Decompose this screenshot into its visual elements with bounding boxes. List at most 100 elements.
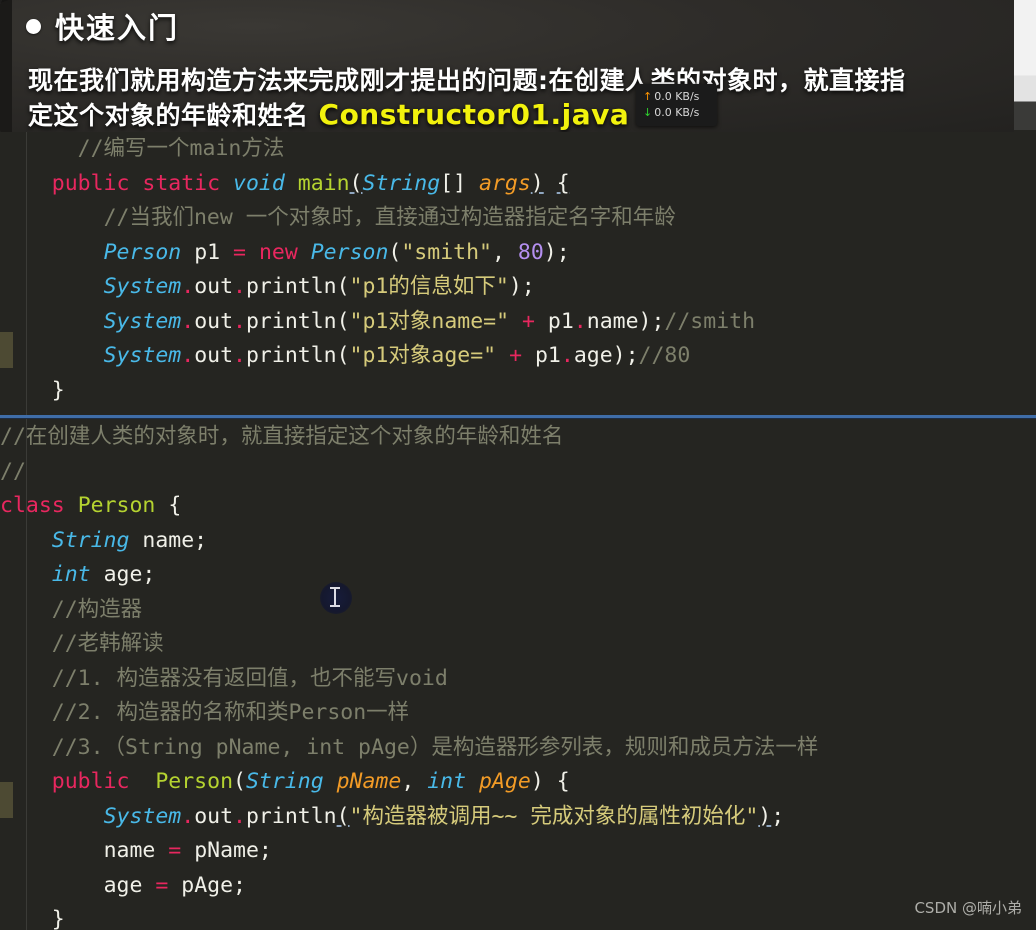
- code-token-type: System: [103, 274, 182, 299]
- code-line: class Person {: [0, 489, 818, 524]
- arrow-down-icon: ↓: [643, 106, 653, 119]
- code-token-method: println: [245, 274, 337, 299]
- code-editor[interactable]: //编写一个main方法 public static void main(Str…: [0, 132, 1036, 930]
- code-pane-top[interactable]: //编写一个main方法 public static void main(Str…: [0, 132, 755, 408]
- code-token-comment: //3.（String pName, int pAge）是构造器形参列表，规则和…: [51, 734, 819, 760]
- code-line: age = pAge;: [0, 869, 818, 904]
- code-line: Person p1 = new Person("smith", 80);: [103, 239, 570, 265]
- code-token-type: int: [427, 769, 467, 794]
- code-token-string: "p1对象name=": [349, 308, 510, 334]
- screenshot-root: 快速入门 现在我们就用构造方法来完成刚才提出的问题:在创建人类的对象时，就直接指…: [0, 0, 1036, 930]
- code-line: //3.（String pName, int pAge）是构造器形参列表，规则和…: [0, 731, 819, 766]
- code-token-comment: //编写一个main方法: [77, 136, 285, 161]
- code-token-comment: //当我们new 一个对象时，直接通过构造器指定名字和年龄: [103, 205, 676, 230]
- code-token-identifier: p1: [534, 343, 561, 368]
- watermark: CSDN @喃小弟: [914, 899, 1022, 917]
- download-speed-value: 0.0 KB/s: [654, 106, 700, 119]
- code-token-identifier: pAge;: [181, 872, 246, 898]
- code-token-keyword: static: [142, 170, 221, 196]
- code-token-string: "构造器被调用~~ 完成对象的属性初始化": [349, 803, 759, 829]
- code-line: //: [0, 455, 818, 490]
- code-line: }: [0, 903, 818, 930]
- code-line: name = pName;: [0, 834, 818, 869]
- code-token-brace: }: [51, 907, 65, 930]
- code-line: int age;: [0, 558, 818, 593]
- slide-body-line1: 现在我们就用构造方法来完成刚才提出的问题:在创建人类的对象时，就直接指: [28, 66, 906, 95]
- network-speed-widget[interactable]: ↑ 0.0 KB/s ↓ 0.0 KB/s: [636, 84, 717, 126]
- code-token-type: System: [103, 803, 182, 829]
- code-line: String name;: [0, 524, 818, 559]
- code-token-number: 80: [517, 239, 544, 265]
- code-token-operator: +: [509, 343, 523, 368]
- code-token-class: Person: [77, 493, 156, 518]
- slide-body-line2: 定这个对象的年龄和姓名: [28, 101, 309, 130]
- code-token-type: int: [51, 562, 91, 587]
- slide-title-row: 快速入门: [26, 5, 179, 47]
- download-speed-row: ↓ 0.0 KB/s: [643, 105, 717, 121]
- code-token-operator: +: [522, 308, 535, 334]
- code-token-param: pAge: [479, 769, 531, 794]
- code-token-keyword: public: [51, 170, 130, 196]
- slide-file-name: Constructor01.java: [318, 98, 630, 131]
- code-token-constructor: Person: [155, 769, 234, 794]
- code-token-type: System: [103, 343, 182, 368]
- code-token-field: name: [586, 308, 639, 334]
- code-token-comment: //在创建人类的对象时，就直接指定这个对象的年龄和姓名: [0, 424, 564, 449]
- code-token-method: println: [245, 308, 337, 334]
- slide-title: 快速入门: [55, 11, 180, 45]
- code-token-comment: //smith: [664, 308, 756, 334]
- code-token-keyword: new: [258, 239, 298, 265]
- code-line: //当我们new 一个对象时，直接通过构造器指定名字和年龄: [0, 201, 755, 236]
- code-token-type: String: [245, 769, 324, 794]
- editor-pane-divider[interactable]: [0, 415, 1036, 418]
- code-token-field: name;: [142, 527, 208, 553]
- code-token-field: out: [194, 308, 234, 334]
- code-token-comment: //: [0, 458, 26, 484]
- code-line: System.out.println("构造器被调用~~ 完成对象的属性初始化"…: [103, 803, 785, 829]
- code-token-operator: =: [155, 872, 169, 898]
- bullet-dot-icon: [26, 18, 41, 34]
- code-line: System.out.println("p1对象age=" + p1.age);…: [103, 343, 691, 368]
- code-line: //1. 构造器没有返回值，也不能写void: [0, 662, 818, 697]
- code-token-punct: []: [440, 170, 467, 196]
- code-token-type: void: [233, 170, 285, 196]
- code-token-string: "p1的信息如下": [349, 274, 509, 299]
- code-token-type: Person: [310, 239, 389, 265]
- code-token-type: Person: [103, 239, 182, 265]
- code-line: //编写一个main方法: [0, 132, 755, 167]
- code-line: public Person(String pName, int pAge) {: [51, 769, 570, 794]
- code-token-param: args: [479, 170, 531, 196]
- code-token-field: out: [194, 343, 234, 368]
- code-token-brace: }: [51, 377, 65, 403]
- code-token-type: String: [362, 170, 441, 196]
- text-cursor-icon: [330, 587, 340, 607]
- code-token-operator: =: [233, 239, 246, 265]
- code-token-string: "smith": [401, 239, 492, 265]
- code-line: System.out.println("p1对象name=" + p1.name…: [103, 308, 756, 334]
- slide-body: 现在我们就用构造方法来完成刚才提出的问题:在创建人类的对象时，就直接指 定这个对…: [28, 64, 1008, 132]
- code-token-comment: //构造器: [51, 596, 143, 622]
- code-pane-bottom[interactable]: //在创建人类的对象时，就直接指定这个对象的年龄和姓名 // class Perso…: [0, 420, 818, 930]
- code-token-method: println: [245, 343, 337, 368]
- code-token-keyword: class: [0, 493, 65, 518]
- slide-left-bar: [0, 0, 12, 132]
- slide-header: 快速入门 现在我们就用构造方法来完成刚才提出的问题:在创建人类的对象时，就直接指…: [0, 0, 1014, 132]
- code-token-method: println: [245, 803, 337, 829]
- code-token-type: System: [103, 308, 182, 334]
- code-token-field: age: [573, 343, 613, 368]
- code-line: //在创建人类的对象时，就直接指定这个对象的年龄和姓名: [0, 420, 818, 455]
- code-token-field: age;: [103, 562, 156, 587]
- code-token-type: String: [51, 527, 130, 553]
- code-line: public static void main(String[] args) {: [51, 170, 570, 196]
- code-token-identifier: name: [103, 838, 156, 863]
- code-line: //老韩解读: [0, 627, 818, 662]
- code-token-comment: //80: [638, 343, 691, 368]
- code-line: //构造器: [0, 593, 818, 628]
- background-window-panel: [1014, 0, 1036, 130]
- code-token-param: pName: [336, 769, 402, 794]
- code-token-keyword: public: [51, 769, 130, 794]
- code-token-field: out: [194, 803, 234, 829]
- code-line: System.out.println("p1的信息如下");: [103, 274, 535, 299]
- upload-speed-value: 0.0 KB/s: [654, 90, 700, 103]
- code-token-field: out: [194, 274, 234, 299]
